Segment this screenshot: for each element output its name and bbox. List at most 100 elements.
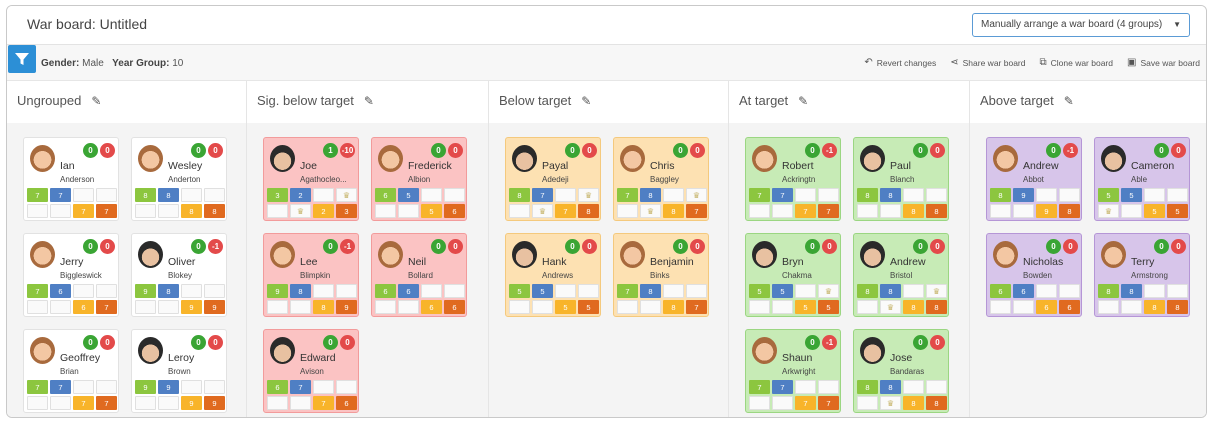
avatar <box>270 145 295 172</box>
group-drop-area[interactable]: 0 0 Payal Adedeji 8 7 ♛ ♛ 7 8 0 0 Chris Baggley 7 8 ♛ ♛ 8 7… <box>489 123 728 417</box>
grade-cell: 8 <box>926 396 947 410</box>
positive-points-badge: 0 <box>913 143 928 158</box>
positive-points-badge: 0 <box>431 239 446 254</box>
grade-cell <box>1059 188 1080 202</box>
trophy-icon: ♛ <box>532 204 553 218</box>
student-card[interactable]: 0 0 Neil Bollard 6 6 6 6 <box>371 233 467 317</box>
grade-cell: 8 <box>204 204 225 218</box>
clone-war-board-button[interactable]: ⧉ Clone war board <box>1039 57 1113 68</box>
group-drop-area[interactable]: 0 -1 Andrew Abbot 8 9 9 8 0 0 Cameron Able 5 5 ♛ 5 5 0 0 Ni… <box>970 123 1206 417</box>
student-card[interactable]: 0 0 Cameron Able 5 5 ♛ 5 5 <box>1094 137 1190 221</box>
pencil-icon[interactable]: ✎ <box>1064 94 1074 108</box>
positive-points-badge: 0 <box>805 335 820 350</box>
grade-cell <box>158 396 179 410</box>
student-card[interactable]: 0 0 Paul Blanch 8 8 8 8 <box>853 137 949 221</box>
student-card[interactable]: 0 0 Edward Avison 6 7 7 6 <box>263 329 359 413</box>
student-card[interactable]: 0 0 Benjamin Binks 7 8 8 7 <box>613 233 709 317</box>
revert-changes-button[interactable]: ↶ Revert changes <box>864 57 936 68</box>
student-card[interactable]: 1 -10 Joe Agathocleo... 3 2 ♛ ♛ 2 3 <box>263 137 359 221</box>
student-last-name: Bollard <box>408 271 433 280</box>
positive-points-badge: 0 <box>83 143 98 158</box>
grade-cell: 8 <box>663 204 684 218</box>
share-war-board-button[interactable]: ⋖ Share war board <box>950 57 1025 68</box>
student-card[interactable]: 0 -1 Lee Blimpkin 9 8 8 9 <box>263 233 359 317</box>
group-drop-area[interactable]: 0 -1 Robert Ackringtn 7 7 7 7 0 0 Paul Blanch 8 8 8 8 0 0… <box>729 123 969 417</box>
grade-cell: 7 <box>686 204 707 218</box>
student-card[interactable]: 0 0 Ian Anderson 7 7 7 7 <box>23 137 119 221</box>
grade-cell <box>555 284 576 298</box>
pencil-icon[interactable]: ✎ <box>798 94 808 108</box>
group-title: Above target <box>980 93 1054 108</box>
student-card[interactable]: 0 0 Nicholas Bowden 6 6 6 6 <box>986 233 1082 317</box>
student-card[interactable]: 0 0 Hank Andrews 5 5 5 5 <box>505 233 601 317</box>
action-label: Clone war board <box>1050 57 1113 68</box>
grade-cell: 6 <box>1059 300 1080 314</box>
avatar <box>378 241 403 268</box>
student-card[interactable]: 0 0 Wesley Anderton 8 8 8 8 <box>131 137 227 221</box>
year-group-value: 10 <box>172 58 184 69</box>
student-first-name: Shaun <box>782 352 813 364</box>
student-card[interactable]: 0 -1 Andrew Abbot 8 9 9 8 <box>986 137 1082 221</box>
grade-grid: 8 8 ♛ ♛ 8 8 <box>857 284 947 314</box>
grade-cell: 6 <box>73 300 94 314</box>
grade-cell <box>663 284 684 298</box>
group-header: Below target ✎ <box>499 93 591 108</box>
grade-cell <box>375 204 396 218</box>
grade-cell <box>990 204 1011 218</box>
student-card[interactable]: 0 0 Leroy Brown 9 9 9 9 <box>131 329 227 413</box>
student-card[interactable]: 0 0 Frederick Albion 6 5 5 6 <box>371 137 467 221</box>
student-first-name: Edward <box>300 352 336 364</box>
student-card[interactable]: 0 0 Geoffrey Brian 7 7 7 7 <box>23 329 119 413</box>
grade-cell: 8 <box>857 284 878 298</box>
arrange-mode-select[interactable]: Manually arrange a war board (4 groups) … <box>972 13 1190 37</box>
negative-points-badge: -1 <box>340 239 355 254</box>
student-last-name: Blimpkin <box>300 271 331 280</box>
student-card[interactable]: 0 0 Bryn Chakma 5 5 ♛ 5 5 <box>745 233 841 317</box>
pencil-icon[interactable]: ✎ <box>364 94 374 108</box>
student-first-name: Geoffrey <box>60 352 101 364</box>
filter-button[interactable] <box>8 45 36 73</box>
grade-cell: 6 <box>990 284 1011 298</box>
toolbar-actions: ↶ Revert changes ⋖ Share war board ⧉ Clone wa… <box>864 57 1200 68</box>
save-war-board-button[interactable]: ▣ Save war board <box>1127 57 1200 68</box>
student-card[interactable]: 0 0 Payal Adedeji 8 7 ♛ ♛ 7 8 <box>505 137 601 221</box>
grade-cell: 8 <box>640 188 661 202</box>
student-card[interactable]: 0 0 Terry Armstrong 8 8 8 8 <box>1094 233 1190 317</box>
grade-cell: 9 <box>204 300 225 314</box>
grade-cell: 2 <box>313 204 334 218</box>
student-last-name: Adedeji <box>542 175 569 184</box>
group-drop-area[interactable]: 1 -10 Joe Agathocleo... 3 2 ♛ ♛ 2 3 0 0 Frederick Alb… <box>247 123 488 417</box>
student-card[interactable]: 0 -1 Robert Ackringtn 7 7 7 7 <box>745 137 841 221</box>
student-first-name: Jerry <box>60 256 84 268</box>
avatar <box>860 241 885 268</box>
student-card[interactable]: 0 0 Jerry Biggleswick 7 6 6 7 <box>23 233 119 317</box>
negative-points-badge: 0 <box>582 239 597 254</box>
pencil-icon[interactable]: ✎ <box>91 94 101 108</box>
student-first-name: Andrew <box>890 256 926 268</box>
group-header: Sig. below target ✎ <box>257 93 374 108</box>
student-card[interactable]: 0 0 Jose Bandaras 8 8 ♛ 8 8 <box>853 329 949 413</box>
grade-cell <box>375 300 396 314</box>
save-icon: ▣ <box>1127 57 1137 68</box>
positive-points-badge: 1 <box>323 143 338 158</box>
positive-points-badge: 0 <box>431 143 446 158</box>
grade-grid: 5 5 ♛ 5 5 <box>749 284 839 314</box>
student-card[interactable]: 0 -1 Oliver Blokey 9 8 9 9 <box>131 233 227 317</box>
student-card[interactable]: 0 -1 Shaun Arkwright 7 7 7 7 <box>745 329 841 413</box>
avatar <box>270 337 295 364</box>
group-title: Ungrouped <box>17 93 82 108</box>
page-title: War board: Untitled <box>27 16 148 32</box>
action-label: Revert changes <box>876 57 937 68</box>
student-card[interactable]: 0 0 Andrew Bristol 8 8 ♛ ♛ 8 8 <box>853 233 949 317</box>
student-first-name: Hank <box>542 256 567 268</box>
avatar <box>752 145 777 172</box>
grade-cell <box>795 380 816 394</box>
grade-cell <box>555 188 576 202</box>
pencil-icon[interactable]: ✎ <box>581 94 591 108</box>
grade-cell <box>1144 284 1165 298</box>
avatar <box>30 337 55 364</box>
group-drop-area[interactable]: 0 0 Ian Anderson 7 7 7 7 0 0 Wesley Anderton 8 8 8 8 0 0 J… <box>7 123 246 417</box>
positive-points-badge: 0 <box>565 143 580 158</box>
grade-cell: 7 <box>795 396 816 410</box>
student-card[interactable]: 0 0 Chris Baggley 7 8 ♛ ♛ 8 7 <box>613 137 709 221</box>
